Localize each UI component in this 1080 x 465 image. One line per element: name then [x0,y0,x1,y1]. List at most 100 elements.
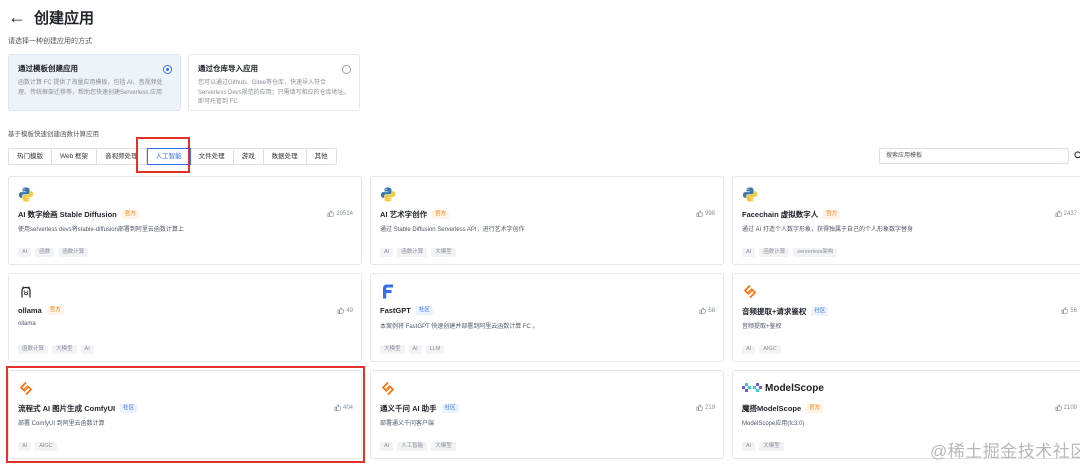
fc-logo-icon [744,284,756,299]
likes-count: 998 [704,210,715,217]
likes-count: 58 [708,307,715,314]
like-icon [1055,404,1062,411]
card-likes: 998 [696,210,715,217]
python-logo-icon [19,187,33,202]
card-title: Facechain 虚拟数字人 官方 [742,209,841,220]
method-option-template[interactable]: 通过模板创建应用 函数计算 FC 提供了海量应用模板，包括 AI、音视频处理、传… [8,54,181,111]
official-badge: 官方 [806,404,824,413]
card-tags: AI 函数计算 大模型 [380,248,456,257]
like-icon [1061,307,1069,314]
tag: AIGC [759,345,781,354]
template-card[interactable]: ollama 官方 49 ollama 函数计算 大模型 AI [8,273,362,362]
tag: 人工智能 [397,442,428,451]
search-icon[interactable] [1074,151,1080,160]
tag: AI [742,248,756,257]
like-icon [1055,210,1062,217]
page-title: 创建应用 [34,9,95,27]
tag: AI [742,345,756,354]
search-input[interactable] [880,149,1060,163]
tag: serverless架构 [793,248,838,257]
radio-unchecked-icon[interactable] [342,65,351,74]
modelscope-logo-icon: ModelScope [742,380,842,397]
templates-label: 基于模板快速创建函数计算应用 [8,131,99,138]
watermark: @稀土掘金技术社区 [930,442,1080,461]
template-card[interactable]: Facechain 虚拟数字人 官方 2437 通过 AI 打造个人数字形象，获… [732,176,1080,265]
card-desc: ModelScope应用(fc3.0) [742,421,805,427]
template-card[interactable]: 音频提取+请求鉴权 社区 56 音频提取+鉴权 AI AIGC [732,273,1080,362]
card-tags: AI 大模型 [742,442,784,451]
tag: AI [380,248,394,257]
card-desc: ollama [18,321,36,327]
like-icon [337,307,345,314]
tab-popular[interactable]: 热门模版 [9,149,52,164]
card-title: AI 艺术字创作 官方 [380,209,450,220]
template-search [879,148,1080,164]
tag: AI [80,345,94,354]
card-tags: 大模型 AI LLM [380,345,445,354]
card-desc: 使用serverless devs将stable-diffusion部署到阿里云… [18,227,184,233]
likes-count: 2109 [1063,404,1077,411]
template-card[interactable]: 通义千问 AI 助手 社区 219 部署通义千问客户端 AI 人工智能 大模型 [370,370,724,459]
radio-checked-icon[interactable] [163,65,172,74]
card-title: ollama 官方 [18,306,64,315]
card-tags: 函数计算 大模型 AI [18,345,94,354]
card-likes: 56 [1061,307,1077,314]
card-likes: 219 [696,404,715,411]
fastgpt-logo-icon [383,284,393,299]
ollama-logo-icon [21,286,31,298]
community-badge: 社区 [415,306,433,315]
likes-count: 20514 [336,210,353,217]
tab-file-processing[interactable]: 文件处理 [190,149,234,164]
tab-games[interactable]: 游戏 [233,149,264,164]
method-option-desc: 函数计算 FC 提供了海量应用模板，包括 AI、音视频处理、传统框架迁移等，帮助… [18,80,163,96]
official-badge: 官方 [46,306,64,315]
card-title: 通义千问 AI 助手 社区 [380,403,459,414]
highlight-box-comfyui-card [6,366,365,463]
card-title-text: 音频提取+请求鉴权 [742,307,807,316]
fc-logo-icon [382,381,394,396]
community-badge: 社区 [811,307,829,316]
method-option-desc: 您可以通过Github、Gitee等仓库，快速导入符合Serverless De… [198,80,350,105]
tag: 大模型 [759,442,784,451]
create-method-label: 请选择一种创建应用的方式 [8,38,92,45]
card-likes: 20514 [327,210,353,217]
tag: AI [380,442,394,451]
card-desc: 音频提取+鉴权 [742,324,782,330]
modelscope-logo-text: ModelScope [765,383,824,394]
official-badge: 官方 [121,210,139,219]
tab-other[interactable]: 其他 [306,149,336,164]
tag: AI [408,345,422,354]
tag: 函数计算 [397,248,428,257]
card-likes: 49 [337,307,353,314]
arrow-left-icon[interactable]: ← [8,8,26,26]
tab-data-processing[interactable]: 数据处理 [263,149,307,164]
python-logo-icon [743,187,757,202]
card-title: 魔搭ModelScope 官方 [742,403,824,414]
tag: 大模型 [431,442,456,451]
like-icon [699,307,707,314]
card-title-text: FastGPT [380,306,411,315]
template-card[interactable]: AI 数字绘画 Stable Diffusion 官方 20514 使用serv… [8,176,362,265]
card-title-text: Facechain 虚拟数字人 [742,210,819,219]
like-icon [696,404,703,411]
tag: AI [742,442,756,451]
card-desc: 部署通义千问客户端 [380,421,435,427]
card-title-text: 通义千问 AI 助手 [380,404,437,413]
tag: 大模型 [431,248,456,257]
method-option-repo[interactable]: 通过仓库导入应用 您可以通过Github、Gitee等仓库，快速导入符合Serv… [188,54,360,111]
python-logo-icon [381,187,395,202]
template-card[interactable]: FastGPT 社区 58 本案例将 FastGPT 快速创建并部署到阿里云函数… [370,273,724,362]
card-title-text: AI 数字绘画 Stable Diffusion [18,210,117,219]
card-likes: 2437 [1055,210,1077,217]
tag: 函数计算 [759,248,790,257]
template-card[interactable]: AI 艺术字创作 官方 998 通过 Stable Diffusion Serv… [370,176,724,265]
highlight-box-ai-tab [136,137,190,173]
like-icon [327,210,335,217]
likes-count: 49 [346,307,353,314]
tag: AI [18,248,32,257]
card-title-text: 魔搭ModelScope [742,404,802,413]
tab-web-framework[interactable]: Web 框架 [52,149,98,164]
tag: 大模型 [52,345,77,354]
official-badge: 官方 [432,210,450,219]
method-option-title: 通过仓库导入应用 [198,64,258,73]
